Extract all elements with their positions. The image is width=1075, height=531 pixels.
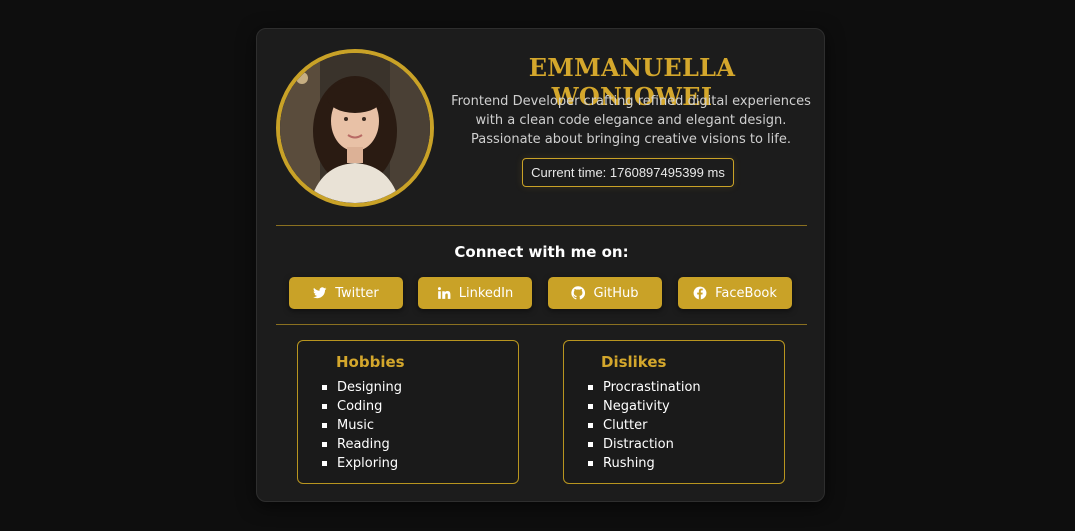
list-item: Exploring [322, 454, 402, 473]
hobbies-title: Hobbies [336, 353, 405, 371]
divider-bottom [276, 324, 807, 325]
connect-heading: Connect with me on: [454, 243, 629, 261]
profile-card: EMMANUELLA WONIOWEI Frontend Developer c… [256, 28, 825, 502]
divider-top [276, 225, 807, 226]
avatar-photo [280, 53, 430, 203]
list-item-label: Exploring [337, 456, 399, 471]
twitter-icon [313, 286, 327, 300]
list-item-label: Clutter [603, 418, 648, 433]
list-item-label: Coding [337, 399, 383, 414]
twitter-label: Twitter [335, 285, 379, 301]
list-item-label: Music [337, 418, 374, 433]
github-label: GitHub [593, 285, 639, 301]
list-item: Rushing [588, 454, 701, 473]
list-item: Reading [322, 435, 402, 454]
twitter-button[interactable]: Twitter [289, 277, 403, 309]
hobbies-list: Designing Coding Music Reading Exploring [322, 378, 402, 473]
bullet-icon [588, 385, 593, 390]
list-item: Clutter [588, 416, 701, 435]
linkedin-icon [437, 286, 451, 300]
bullet-icon [322, 423, 327, 428]
list-item-label: Reading [337, 437, 390, 452]
current-time-badge: Current time: 1760897495399 ms [522, 158, 734, 187]
list-item: Procrastination [588, 378, 701, 397]
dislikes-panel: Dislikes Procrastination Negativity Clut… [563, 340, 785, 484]
bullet-icon [322, 461, 327, 466]
list-item-label: Distraction [603, 437, 674, 452]
bullet-icon [322, 385, 327, 390]
bullet-icon [588, 423, 593, 428]
hobbies-panel: Hobbies Designing Coding Music Reading E… [297, 340, 519, 484]
facebook-button[interactable]: FaceBook [678, 277, 792, 309]
list-item-label: Designing [337, 380, 402, 395]
list-item-label: Rushing [603, 456, 655, 471]
linkedin-button[interactable]: LinkedIn [418, 277, 532, 309]
bullet-icon [322, 404, 327, 409]
bullet-icon [322, 442, 327, 447]
dislikes-title: Dislikes [601, 353, 667, 371]
github-icon [571, 286, 586, 300]
list-item-label: Negativity [603, 399, 670, 414]
bullet-icon [588, 442, 593, 447]
list-item: Designing [322, 378, 402, 397]
list-item-label: Procrastination [603, 380, 701, 395]
list-item: Distraction [588, 435, 701, 454]
list-item: Negativity [588, 397, 701, 416]
facebook-icon [693, 286, 707, 300]
list-item: Music [322, 416, 402, 435]
bullet-icon [588, 461, 593, 466]
list-item: Coding [322, 397, 402, 416]
linkedin-label: LinkedIn [458, 285, 514, 301]
dislikes-list: Procrastination Negativity Clutter Distr… [588, 378, 701, 473]
facebook-label: FaceBook [715, 285, 777, 301]
bullet-icon [588, 404, 593, 409]
profile-bio: Frontend Developer crafting refined digi… [451, 94, 811, 147]
avatar [276, 49, 434, 207]
github-button[interactable]: GitHub [548, 277, 662, 309]
